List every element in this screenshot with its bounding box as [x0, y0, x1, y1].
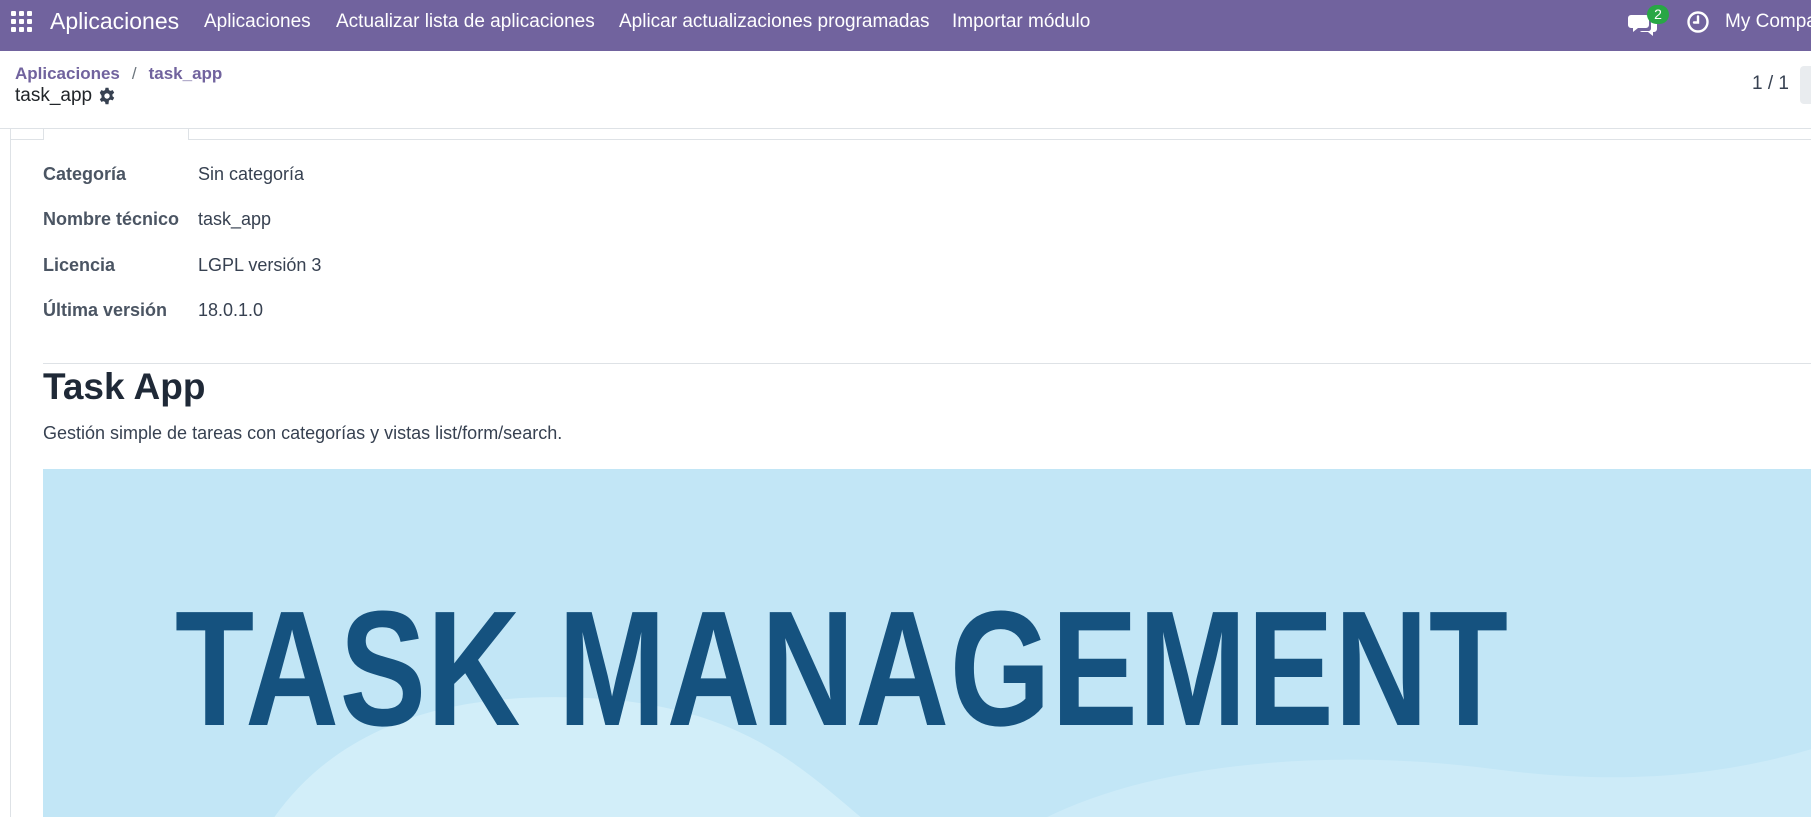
- description-title: Task App: [43, 366, 206, 407]
- field-value-nombre-tecnico: task_app: [198, 209, 272, 229]
- breadcrumb-aplicaciones[interactable]: Aplicaciones: [15, 64, 120, 83]
- tab-divider: [11, 139, 1811, 140]
- field-label-ultima-version: Última versión: [43, 300, 168, 320]
- section-divider: [43, 363, 1811, 364]
- banner-title: TASK MANAGEMENT: [175, 577, 1509, 760]
- pager-value[interactable]: 1 / 1: [1752, 73, 1789, 95]
- gear-icon[interactable]: [98, 87, 116, 105]
- field-value-categoria: Sin categoría: [198, 164, 305, 184]
- field-value-ultima-version: 18.0.1.0: [198, 300, 264, 320]
- breadcrumb: Aplicaciones / task_app: [15, 64, 222, 84]
- top-navbar: Aplicaciones Aplicaciones Actualizar lis…: [0, 0, 1811, 51]
- breadcrumb-separator: /: [131, 64, 137, 83]
- field-label-licencia: Licencia: [43, 255, 116, 275]
- control-panel: Aplicaciones / task_app task_app 1 / 1: [0, 51, 1811, 129]
- description-text: Gestión simple de tareas con categorías …: [43, 423, 563, 443]
- messages-count-badge: 2: [1647, 5, 1669, 24]
- menu-item-actualizar-lista[interactable]: Actualizar lista de aplicaciones: [336, 11, 595, 33]
- menu-item-aplicar-actualizaciones[interactable]: Aplicar actualizaciones programadas: [619, 11, 930, 33]
- field-label-nombre-tecnico: Nombre técnico: [43, 209, 180, 229]
- field-value-licencia: LGPL versión 3: [198, 255, 322, 275]
- banner-image: TASK MANAGEMENT: [43, 469, 1811, 817]
- clock-icon[interactable]: [1686, 10, 1710, 34]
- field-label-categoria: Categoría: [43, 164, 127, 184]
- tab-active[interactable]: [43, 129, 189, 140]
- company-switcher[interactable]: My Compa: [1725, 11, 1811, 33]
- apps-grid-icon[interactable]: [11, 11, 34, 34]
- pager-previous-button[interactable]: [1800, 66, 1811, 104]
- menu-item-aplicaciones[interactable]: Aplicaciones: [204, 11, 311, 33]
- app-brand[interactable]: Aplicaciones: [50, 8, 179, 35]
- menu-item-importar-modulo[interactable]: Importar módulo: [952, 11, 1090, 33]
- record-title: task_app: [15, 85, 93, 106]
- form-sheet: Categoría Sin categoría Nombre técnico t…: [10, 129, 1811, 817]
- breadcrumb-task-app[interactable]: task_app: [149, 64, 223, 83]
